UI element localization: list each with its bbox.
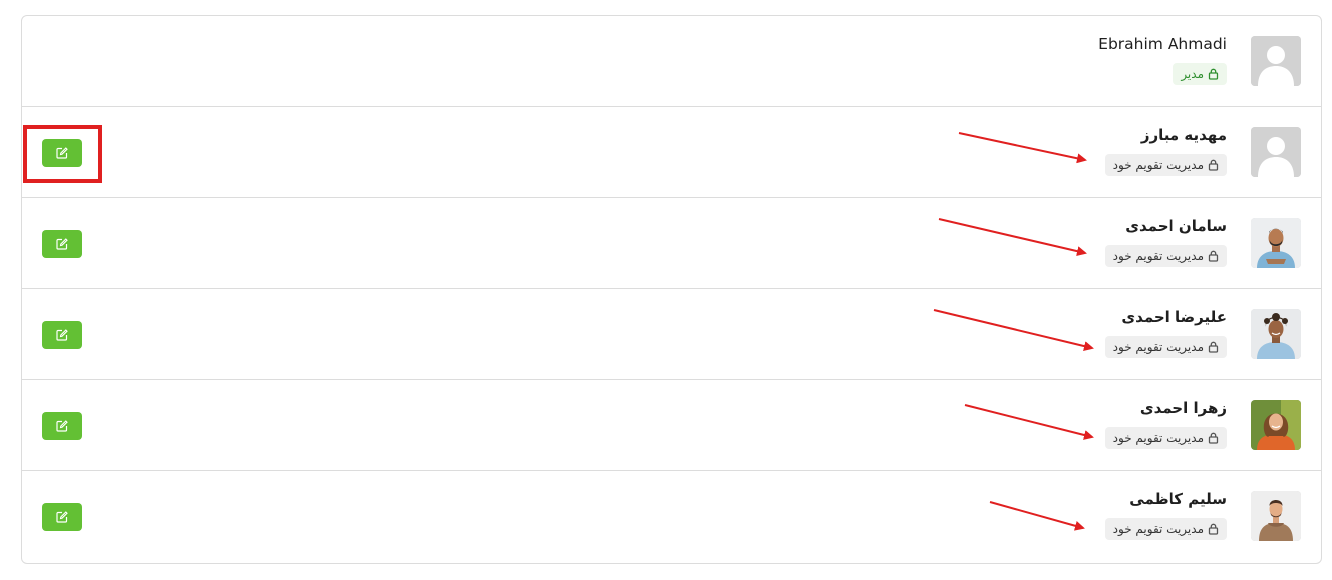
edit-user-button[interactable] xyxy=(42,412,82,440)
user-photo xyxy=(1251,218,1301,268)
edit-icon xyxy=(56,238,68,250)
user-name: Ebrahim Ahmadi xyxy=(1098,35,1227,53)
user-photo xyxy=(1251,400,1301,450)
edit-user-button[interactable] xyxy=(42,503,82,531)
role-label: مدیریت تقویم خود xyxy=(1112,431,1204,445)
avatar xyxy=(1251,218,1301,268)
role-label: مدیر xyxy=(1181,67,1204,81)
user-name: مهدیه مبارز xyxy=(1140,126,1227,144)
lock-icon xyxy=(1208,341,1219,353)
user-name: سلیم کاظمی xyxy=(1129,490,1227,508)
role-label: مدیریت تقویم خود xyxy=(1112,522,1204,536)
role-label: مدیریت تقویم خود xyxy=(1112,340,1204,354)
avatar xyxy=(1251,309,1301,359)
user-row: سلیم کاظمی مدیریت تقویم خود xyxy=(22,471,1321,562)
user-name: علیرضا احمدی xyxy=(1121,308,1227,326)
lock-icon xyxy=(1208,250,1219,262)
lock-icon xyxy=(1208,523,1219,535)
avatar xyxy=(1251,36,1301,86)
default-avatar-icon xyxy=(1251,36,1301,86)
role-badge: مدیر xyxy=(1173,63,1227,85)
user-row: Ebrahim Ahmadi مدیر xyxy=(22,16,1321,107)
user-row: علیرضا احمدی مدیریت تقویم خود xyxy=(22,289,1321,380)
user-photo xyxy=(1251,309,1301,359)
role-badge: مدیریت تقویم خود xyxy=(1104,518,1227,540)
role-badge: مدیریت تقویم خود xyxy=(1104,154,1227,176)
avatar xyxy=(1251,127,1301,177)
role-label: مدیریت تقویم خود xyxy=(1112,158,1204,172)
role-badge: مدیریت تقویم خود xyxy=(1104,336,1227,358)
edit-icon xyxy=(56,329,68,341)
edit-icon xyxy=(56,147,68,159)
avatar xyxy=(1251,491,1301,541)
user-list-panel: Ebrahim Ahmadi مدیر مهدیه مبارز مدیریت ت… xyxy=(21,15,1322,564)
role-badge: مدیریت تقویم خود xyxy=(1104,427,1227,449)
role-label: مدیریت تقویم خود xyxy=(1112,249,1204,263)
edit-user-button[interactable] xyxy=(42,230,82,258)
user-photo xyxy=(1251,491,1301,541)
edit-user-button[interactable] xyxy=(42,139,82,167)
user-row: زهرا احمدی مدیریت تقویم خود xyxy=(22,380,1321,471)
edit-user-button[interactable] xyxy=(42,321,82,349)
role-badge: مدیریت تقویم خود xyxy=(1104,245,1227,267)
edit-icon xyxy=(56,511,68,523)
lock-icon xyxy=(1208,68,1219,80)
user-name: زهرا احمدی xyxy=(1139,399,1227,417)
avatar xyxy=(1251,400,1301,450)
user-row: سامان احمدی مدیریت تقویم خود xyxy=(22,198,1321,289)
edit-icon xyxy=(56,420,68,432)
default-avatar-icon xyxy=(1251,127,1301,177)
lock-icon xyxy=(1208,432,1219,444)
lock-icon xyxy=(1208,159,1219,171)
user-row: مهدیه مبارز مدیریت تقویم خود xyxy=(22,107,1321,198)
user-name: سامان احمدی xyxy=(1125,217,1227,235)
